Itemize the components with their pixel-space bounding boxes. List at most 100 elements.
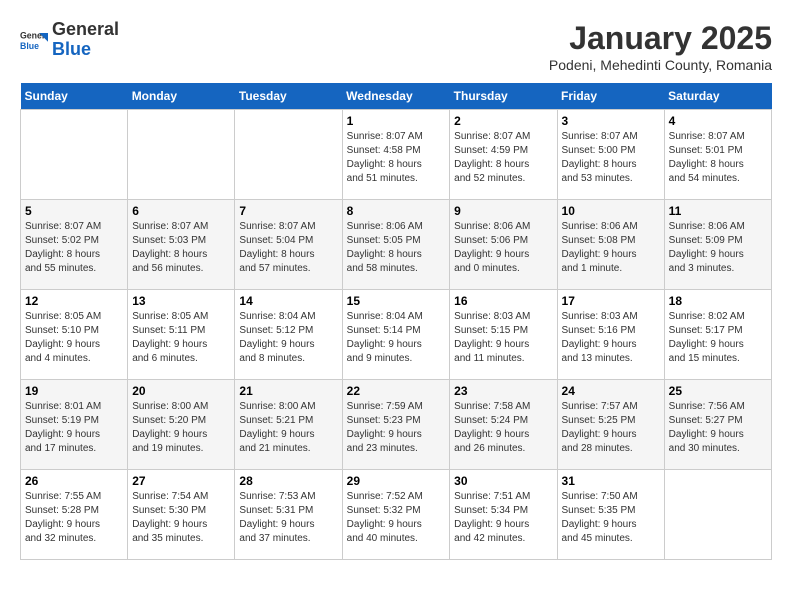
day-number: 19 [25,384,123,398]
day-info: Sunrise: 8:05 AM Sunset: 5:10 PM Dayligh… [25,310,123,366]
calendar-cell: 18 Sunrise: 8:02 AM Sunset: 5:17 PM Dayli… [664,290,771,380]
calendar-cell: 30Sunrise: 7:51 AM Sunset: 5:34 PM Dayli… [450,470,557,560]
weekday-saturday: Saturday [664,83,771,110]
calendar-cell: 16Sunrise: 8:03 AM Sunset: 5:15 PM Dayli… [450,290,557,380]
day-number: 7 [239,204,337,218]
calendar-cell: 12 Sunrise: 8:05 AM Sunset: 5:10 PM Dayli… [21,290,128,380]
calendar-cell: 19 Sunrise: 8:01 AM Sunset: 5:19 PM Dayli… [21,380,128,470]
calendar-cell [21,110,128,200]
page-header: General Blue General Blue January 2025 P… [20,20,772,73]
week-row-3: 12 Sunrise: 8:05 AM Sunset: 5:10 PM Dayli… [21,290,772,380]
title-block: January 2025 Podeni, Mehedinti County, R… [549,20,772,73]
day-info: Sunrise: 7:55 AM Sunset: 5:28 PM Dayligh… [25,490,123,546]
logo-icon: General Blue [20,26,48,54]
day-info: Sunrise: 8:01 AM Sunset: 5:19 PM Dayligh… [25,400,123,456]
day-number: 23 [454,384,552,398]
day-info: Sunrise: 8:07 AM Sunset: 5:04 PM Dayligh… [239,220,337,276]
calendar-body: 1Sunrise: 8:07 AM Sunset: 4:58 PM Daylig… [21,110,772,560]
calendar-title: January 2025 [549,20,772,57]
day-info: Sunrise: 7:56 AM Sunset: 5:27 PM Dayligh… [669,400,767,456]
calendar-cell: 5Sunrise: 8:07 AM Sunset: 5:02 PM Daylig… [21,200,128,290]
calendar-cell [235,110,342,200]
day-info: Sunrise: 8:04 AM Sunset: 5:12 PM Dayligh… [239,310,337,366]
calendar-cell: 20 Sunrise: 8:00 AM Sunset: 5:20 PM Dayli… [128,380,235,470]
day-number: 22 [347,384,446,398]
day-info: Sunrise: 8:00 AM Sunset: 5:20 PM Dayligh… [132,400,230,456]
day-info: Sunrise: 8:00 AM Sunset: 5:21 PM Dayligh… [239,400,337,456]
logo-general-text: General [52,19,119,39]
day-number: 31 [562,474,660,488]
week-row-5: 26 Sunrise: 7:55 AM Sunset: 5:28 PM Dayli… [21,470,772,560]
svg-text:Blue: Blue [20,41,39,51]
day-number: 14 [239,294,337,308]
day-info: Sunrise: 8:06 AM Sunset: 5:06 PM Dayligh… [454,220,552,276]
calendar-cell [128,110,235,200]
calendar-cell: 15Sunrise: 8:04 AM Sunset: 5:14 PM Dayli… [342,290,450,380]
day-info: Sunrise: 7:57 AM Sunset: 5:25 PM Dayligh… [562,400,660,456]
calendar-cell: 25Sunrise: 7:56 AM Sunset: 5:27 PM Dayli… [664,380,771,470]
calendar-cell: 9 Sunrise: 8:06 AM Sunset: 5:06 PM Daylig… [450,200,557,290]
day-number: 3 [562,114,660,128]
day-info: Sunrise: 8:06 AM Sunset: 5:08 PM Dayligh… [562,220,660,276]
calendar-cell: 28 Sunrise: 7:53 AM Sunset: 5:31 PM Dayli… [235,470,342,560]
day-number: 6 [132,204,230,218]
week-row-4: 19 Sunrise: 8:01 AM Sunset: 5:19 PM Dayli… [21,380,772,470]
day-info: Sunrise: 8:07 AM Sunset: 4:59 PM Dayligh… [454,130,552,186]
day-number: 8 [347,204,446,218]
calendar-cell: 13Sunrise: 8:05 AM Sunset: 5:11 PM Dayli… [128,290,235,380]
week-row-2: 5Sunrise: 8:07 AM Sunset: 5:02 PM Daylig… [21,200,772,290]
day-info: Sunrise: 8:07 AM Sunset: 5:03 PM Dayligh… [132,220,230,276]
day-number: 29 [347,474,446,488]
day-number: 13 [132,294,230,308]
calendar-header: SundayMondayTuesdayWednesdayThursdayFrid… [21,83,772,110]
weekday-thursday: Thursday [450,83,557,110]
calendar-cell: 29 Sunrise: 7:52 AM Sunset: 5:32 PM Dayli… [342,470,450,560]
day-info: Sunrise: 8:06 AM Sunset: 5:05 PM Dayligh… [347,220,446,276]
calendar-cell: 17Sunrise: 8:03 AM Sunset: 5:16 PM Dayli… [557,290,664,380]
day-number: 28 [239,474,337,488]
day-number: 16 [454,294,552,308]
calendar-cell: 6 Sunrise: 8:07 AM Sunset: 5:03 PM Daylig… [128,200,235,290]
day-number: 17 [562,294,660,308]
day-number: 26 [25,474,123,488]
calendar-cell: 8 Sunrise: 8:06 AM Sunset: 5:05 PM Daylig… [342,200,450,290]
calendar-cell: 11Sunrise: 8:06 AM Sunset: 5:09 PM Dayli… [664,200,771,290]
day-number: 21 [239,384,337,398]
calendar-cell: 2Sunrise: 8:07 AM Sunset: 4:59 PM Daylig… [450,110,557,200]
calendar-cell: 14 Sunrise: 8:04 AM Sunset: 5:12 PM Dayli… [235,290,342,380]
day-info: Sunrise: 8:07 AM Sunset: 5:02 PM Dayligh… [25,220,123,276]
calendar-cell: 31 Sunrise: 7:50 AM Sunset: 5:35 PM Dayli… [557,470,664,560]
calendar-cell: 22Sunrise: 7:59 AM Sunset: 5:23 PM Dayli… [342,380,450,470]
calendar-cell: 4 Sunrise: 8:07 AM Sunset: 5:01 PM Daylig… [664,110,771,200]
calendar-cell: 21 Sunrise: 8:00 AM Sunset: 5:21 PM Dayli… [235,380,342,470]
day-number: 10 [562,204,660,218]
day-number: 24 [562,384,660,398]
day-info: Sunrise: 7:53 AM Sunset: 5:31 PM Dayligh… [239,490,337,546]
day-number: 18 [669,294,767,308]
calendar-cell: 7 Sunrise: 8:07 AM Sunset: 5:04 PM Daylig… [235,200,342,290]
day-info: Sunrise: 7:50 AM Sunset: 5:35 PM Dayligh… [562,490,660,546]
calendar-cell: 23 Sunrise: 7:58 AM Sunset: 5:24 PM Dayli… [450,380,557,470]
day-number: 27 [132,474,230,488]
day-info: Sunrise: 7:58 AM Sunset: 5:24 PM Dayligh… [454,400,552,456]
calendar-cell [664,470,771,560]
calendar-cell: 10 Sunrise: 8:06 AM Sunset: 5:08 PM Dayli… [557,200,664,290]
calendar-table: SundayMondayTuesdayWednesdayThursdayFrid… [20,83,772,560]
weekday-tuesday: Tuesday [235,83,342,110]
day-number: 9 [454,204,552,218]
calendar-subtitle: Podeni, Mehedinti County, Romania [549,57,772,73]
calendar-cell: 1Sunrise: 8:07 AM Sunset: 4:58 PM Daylig… [342,110,450,200]
day-number: 12 [25,294,123,308]
day-number: 20 [132,384,230,398]
day-info: Sunrise: 8:07 AM Sunset: 5:00 PM Dayligh… [562,130,660,186]
day-number: 1 [347,114,446,128]
calendar-cell: 26 Sunrise: 7:55 AM Sunset: 5:28 PM Dayli… [21,470,128,560]
day-info: Sunrise: 8:02 AM Sunset: 5:17 PM Dayligh… [669,310,767,366]
day-info: Sunrise: 8:07 AM Sunset: 5:01 PM Dayligh… [669,130,767,186]
day-number: 4 [669,114,767,128]
day-info: Sunrise: 7:52 AM Sunset: 5:32 PM Dayligh… [347,490,446,546]
weekday-monday: Monday [128,83,235,110]
logo-blue-text: Blue [52,39,91,59]
day-number: 11 [669,204,767,218]
calendar-cell: 27Sunrise: 7:54 AM Sunset: 5:30 PM Dayli… [128,470,235,560]
